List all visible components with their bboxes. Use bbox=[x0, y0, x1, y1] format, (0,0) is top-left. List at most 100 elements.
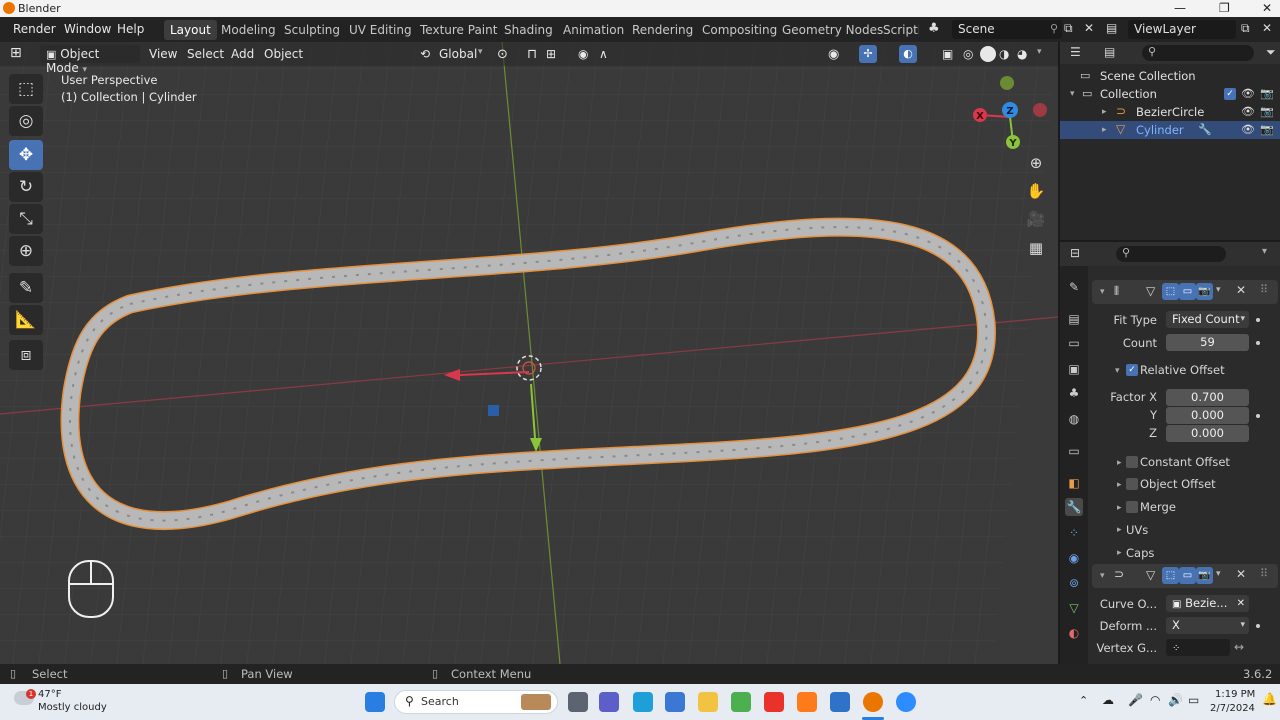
viewport-toggle-icon[interactable]: ▭ bbox=[1179, 567, 1196, 584]
camera-icon[interactable]: 📷 bbox=[1260, 87, 1274, 100]
scale-tool-icon[interactable]: ⤡ bbox=[9, 204, 43, 234]
drag-handle-icon[interactable]: ⠿ bbox=[1260, 567, 1268, 580]
editor-type-icon[interactable]: ⊞ bbox=[10, 45, 22, 61]
maximize-button[interactable]: ❐ bbox=[1219, 1, 1230, 15]
camera-icon[interactable]: 📷 bbox=[1260, 123, 1274, 136]
eye-icon[interactable]: 👁 bbox=[1241, 87, 1255, 100]
menu-help[interactable]: Help bbox=[117, 22, 144, 36]
factor-x-field[interactable]: 0.700 bbox=[1166, 389, 1249, 406]
delete-view-layer-icon[interactable]: ✕ bbox=[1262, 21, 1272, 35]
tab-shading[interactable]: Shading bbox=[498, 20, 559, 40]
scene-selector[interactable]: Scene ⚲ bbox=[952, 20, 1062, 39]
relative-offset-checkbox[interactable]: ✓ bbox=[1126, 364, 1138, 376]
nav-gizmo-neg-y[interactable] bbox=[1000, 76, 1014, 90]
pan-hand-icon[interactable]: ✋ bbox=[1023, 178, 1049, 204]
tab-modeling[interactable]: Modeling bbox=[215, 20, 282, 40]
transform-tool-icon[interactable]: ⊕ bbox=[9, 236, 43, 266]
camera-view-icon[interactable]: 🎥 bbox=[1023, 206, 1049, 232]
filter-icon[interactable]: ⏷ bbox=[1266, 45, 1276, 60]
falloff-icon[interactable]: ∧ bbox=[599, 47, 608, 61]
properties-search-input[interactable]: ⚲ bbox=[1116, 246, 1226, 262]
scene-tab-icon[interactable]: ♣ bbox=[1065, 384, 1083, 402]
new-scene-icon[interactable]: ⧉ bbox=[1064, 21, 1073, 36]
eye-icon[interactable]: 👁 bbox=[1241, 123, 1255, 136]
file-explorer-icon[interactable] bbox=[698, 692, 718, 712]
menu-window[interactable]: Window bbox=[64, 22, 111, 36]
fit-type-dropdown[interactable]: Fixed Count ▾ bbox=[1166, 311, 1249, 328]
weather-desc[interactable]: Mostly cloudy bbox=[38, 702, 107, 713]
outliner-search-input[interactable]: ⚲ bbox=[1142, 45, 1254, 61]
red-app-icon[interactable] bbox=[764, 692, 784, 712]
count-field[interactable]: 59 bbox=[1166, 334, 1249, 351]
edit-mode-toggle-icon[interactable]: ▽ bbox=[1146, 284, 1155, 298]
keyframe-dot[interactable] bbox=[1256, 318, 1260, 322]
drag-handle-icon[interactable]: ⠿ bbox=[1260, 283, 1268, 296]
gizmo-plane-handle[interactable] bbox=[488, 405, 499, 416]
cage-toggle-icon[interactable]: ⬚ bbox=[1162, 283, 1179, 300]
3d-viewport[interactable]: X Z Y ⊞ ▣ Object Mode ▾ View Select Add … bbox=[0, 42, 1058, 664]
clock-date[interactable]: 2/7/2024 bbox=[1210, 703, 1255, 714]
visibility-icon[interactable]: ◉ bbox=[828, 47, 839, 62]
move-tool-icon[interactable]: ✥ bbox=[9, 140, 43, 170]
factor-y-field[interactable]: 0.000 bbox=[1166, 407, 1249, 424]
world-tab-icon[interactable]: ◍ bbox=[1065, 410, 1083, 428]
physics-tab-icon[interactable]: ◉ bbox=[1065, 549, 1083, 567]
menu-add[interactable]: Add bbox=[231, 47, 254, 61]
tab-texture-paint[interactable]: Texture Paint bbox=[414, 20, 503, 40]
minimize-button[interactable]: — bbox=[1174, 1, 1186, 15]
expand-icon[interactable]: ▸ bbox=[1102, 125, 1107, 135]
edge-browser-icon[interactable] bbox=[633, 692, 653, 712]
clear-field-icon[interactable]: ✕ bbox=[1237, 595, 1245, 612]
keyframe-dot[interactable] bbox=[1256, 624, 1260, 628]
view-layer-tab-icon[interactable]: ▣ bbox=[1065, 360, 1083, 378]
new-view-layer-icon[interactable]: ⧉ bbox=[1241, 21, 1250, 36]
vertex-group-field[interactable]: ⁘ bbox=[1166, 639, 1230, 656]
outliner-item-beziercircle[interactable]: ▸ ⊃ BezierCircle 👁 📷 bbox=[1060, 103, 1280, 121]
remove-modifier-icon[interactable]: ✕ bbox=[1236, 283, 1246, 297]
modifier-tab-icon[interactable]: 🔧 bbox=[1065, 498, 1083, 516]
chevron-down-icon[interactable]: ▾ bbox=[1216, 285, 1221, 295]
shading-rendered-icon[interactable]: ◕ bbox=[1017, 47, 1027, 61]
collection-tab-icon[interactable]: ▭ bbox=[1065, 442, 1083, 460]
snap-icon[interactable]: ⊓ bbox=[527, 47, 537, 62]
shading-material-icon[interactable]: ◑ bbox=[999, 47, 1009, 61]
collection-include-checkbox[interactable]: ✓ bbox=[1224, 88, 1236, 100]
cursor-tool-icon[interactable]: ◎ bbox=[9, 106, 43, 136]
pivot-point-icon[interactable]: ⊙ bbox=[497, 47, 508, 62]
battery-icon[interactable]: ▭ bbox=[1188, 693, 1199, 707]
blender-taskbar-icon[interactable] bbox=[863, 692, 883, 712]
material-tab-icon[interactable]: ◐ bbox=[1065, 624, 1083, 642]
collapse-icon[interactable]: ▾ bbox=[1100, 287, 1105, 297]
display-mode-icon[interactable]: ▤ bbox=[1104, 45, 1115, 59]
task-view-icon[interactable] bbox=[568, 692, 588, 712]
notepad-app-icon[interactable] bbox=[830, 692, 850, 712]
modifier-wrench-icon[interactable]: 🔧 bbox=[1198, 123, 1212, 136]
outliner-collection[interactable]: ▾ ▭ Collection ✓ 👁 📷 bbox=[1060, 85, 1280, 103]
curve-modifier-header[interactable]: ▾ ⊃ ▽ ⬚ ▭ 📷 ▾ ✕ ⠿ bbox=[1092, 564, 1278, 588]
cage-toggle-icon[interactable]: ⬚ bbox=[1162, 567, 1179, 584]
array-modifier-header[interactable]: ▾ ⫴ ▽ ⬚ ▭ 📷 ▾ ✕ ⠿ bbox=[1092, 280, 1278, 304]
tab-sculpting[interactable]: Sculpting bbox=[278, 20, 346, 40]
camera-icon[interactable]: 📷 bbox=[1260, 105, 1274, 118]
merge-checkbox[interactable] bbox=[1126, 501, 1138, 513]
store-app-icon[interactable] bbox=[665, 692, 685, 712]
render-tab-icon[interactable]: ▤ bbox=[1065, 310, 1083, 328]
pin-icon[interactable]: ⚲ bbox=[1050, 22, 1058, 35]
microphone-icon[interactable]: 🎤 bbox=[1128, 693, 1143, 707]
collapse-icon[interactable]: ▾ bbox=[1100, 571, 1105, 581]
menu-render[interactable]: Render bbox=[13, 22, 56, 36]
view-layer-selector[interactable]: ViewLayer bbox=[1128, 20, 1236, 39]
tab-uv-editing[interactable]: UV Editing bbox=[343, 20, 418, 40]
tab-geometry-nodes[interactable]: Geometry Nodes bbox=[776, 20, 889, 40]
transform-orientation-dropdown[interactable]: Global bbox=[439, 47, 477, 61]
show-hidden-icons-icon[interactable]: ⌃ bbox=[1079, 694, 1088, 707]
overlay-toggle-icon[interactable]: ◐ bbox=[899, 45, 917, 63]
chevron-down-icon[interactable]: ▾ bbox=[1037, 47, 1042, 57]
properties-editor-icon[interactable]: ⊟ bbox=[1070, 246, 1080, 260]
rotate-tool-icon[interactable]: ↻ bbox=[9, 172, 43, 202]
eye-icon[interactable]: 👁 bbox=[1241, 105, 1255, 118]
shading-wireframe-icon[interactable]: ◎ bbox=[963, 47, 973, 61]
collapse-icon[interactable]: ▾ bbox=[1070, 89, 1075, 99]
collapse-icon[interactable]: ▾ bbox=[1115, 366, 1120, 376]
output-tab-icon[interactable]: ▭ bbox=[1065, 334, 1083, 352]
